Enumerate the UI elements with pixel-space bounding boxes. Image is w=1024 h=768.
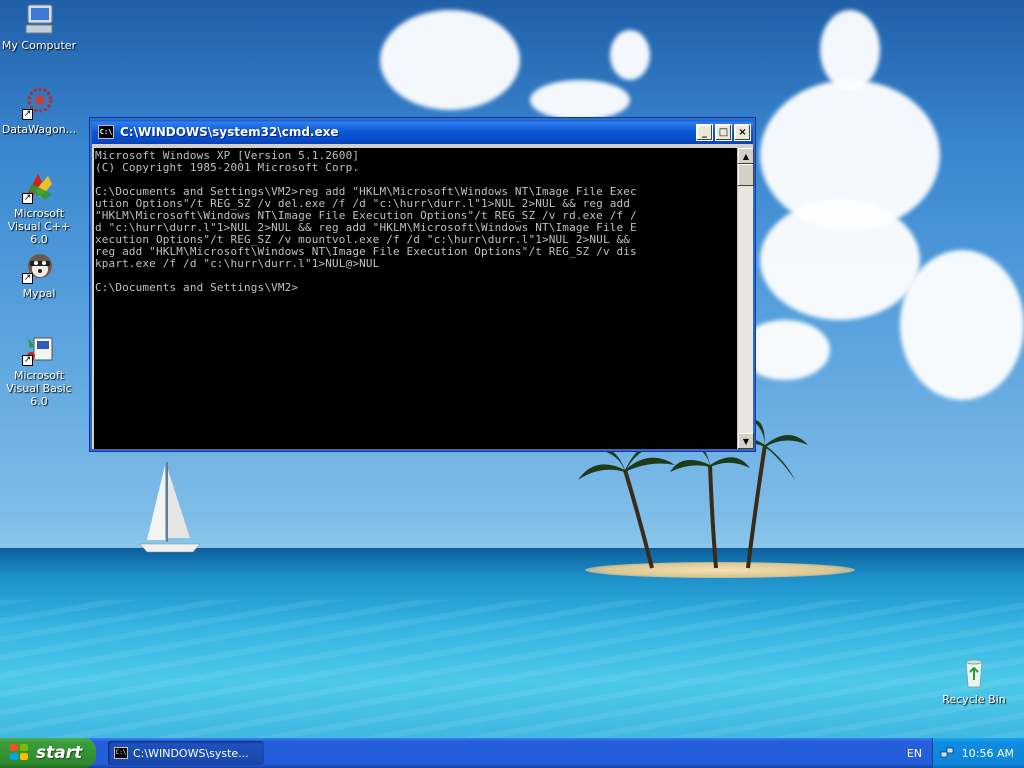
desktop-icon-datawagon[interactable]: ↗ DataWagon... [0,86,78,136]
cloud [380,10,520,110]
console-line: (C) Copyright 1985-2001 Microsoft Corp. [95,161,360,174]
desktop-icon-label: Recycle Bin [942,693,1006,706]
visual-cpp-icon: ↗ [22,170,56,204]
desktop-icon-label: DataWagon... [1,123,77,136]
clock[interactable]: 10:56 AM [962,747,1014,760]
scrollbar-thumb[interactable] [738,164,754,186]
shortcut-arrow-icon: ↗ [22,193,33,204]
desktop-icon-label: Microsoft Visual Basic 6.0 [6,369,72,408]
desktop-icon-label: My Computer [1,39,77,52]
network-icon[interactable] [940,746,954,760]
cmd-window[interactable]: C:\ C:\WINDOWS\system32\cmd.exe _ □ × Mi… [89,117,756,452]
console-output[interactable]: Microsoft Windows XP [Version 5.1.2600] … [94,148,737,449]
start-label: start [36,743,83,763]
cloud [820,10,880,90]
close-button[interactable]: × [734,123,751,141]
scroll-down-button[interactable]: ▼ [738,433,754,449]
cloud [610,30,650,80]
scroll-up-button[interactable]: ▲ [738,148,754,164]
minimize-button[interactable]: _ [696,123,713,141]
recycle-bin-icon [965,659,983,688]
cloud [760,200,920,320]
shortcut-arrow-icon: ↗ [22,273,33,284]
window-title: C:\WINDOWS\system32\cmd.exe [120,125,339,139]
desktop-icon-recycle-bin[interactable]: Recycle Bin [935,656,1013,706]
desktop-icon-label: Mypal [22,287,56,300]
shortcut-arrow-icon: ↗ [22,109,33,120]
sea-ripples [0,600,1024,738]
maximize-button[interactable]: □ [715,123,732,141]
desktop-icon-mypal[interactable]: ↗ Mypal [0,250,78,300]
cmd-app-icon[interactable]: C:\ [98,125,114,139]
cloud [900,250,1024,400]
cmd-app-icon: C:\ [114,747,128,759]
taskbar-item-cmd[interactable]: C:\ C:\WINDOWS\syste... [108,741,264,765]
start-button[interactable]: start [0,738,96,768]
desktop-icon-label: Microsoft Visual C++ 6.0 [7,207,71,246]
system-tray: 10:56 AM [932,738,1024,768]
taskbar-item-label: C:\WINDOWS\syste... [133,746,249,760]
language-indicator[interactable]: EN [907,747,922,760]
my-computer-icon [25,4,53,34]
cloud [530,80,630,120]
console-prompt-line: C:\Documents and Settings\VM2> [95,281,299,294]
window-titlebar[interactable]: C:\ C:\WINDOWS\system32\cmd.exe _ □ × [92,120,753,144]
mypal-icon: ↗ [22,250,56,284]
sailboat [139,462,201,553]
visual-basic-icon: ↗ [22,332,56,366]
console-line: kpart.exe /f /d "c:\hurr\durr.l"1>NUL@>N… [95,257,380,270]
desktop-icon-visual-cpp[interactable]: ↗ Microsoft Visual C++ 6.0 [0,170,78,246]
vertical-scrollbar[interactable]: ▲ ▼ [737,148,754,449]
desktop-icon-my-computer[interactable]: My Computer [0,2,78,52]
desktop-icon-visual-basic[interactable]: ↗ Microsoft Visual Basic 6.0 [0,332,78,408]
windows-flag-icon [10,744,30,762]
taskbar: start C:\ C:\WINDOWS\syste... EN 10:56 A… [0,738,1024,768]
shortcut-arrow-icon: ↗ [22,355,33,366]
datawagon-icon: ↗ [22,86,56,120]
